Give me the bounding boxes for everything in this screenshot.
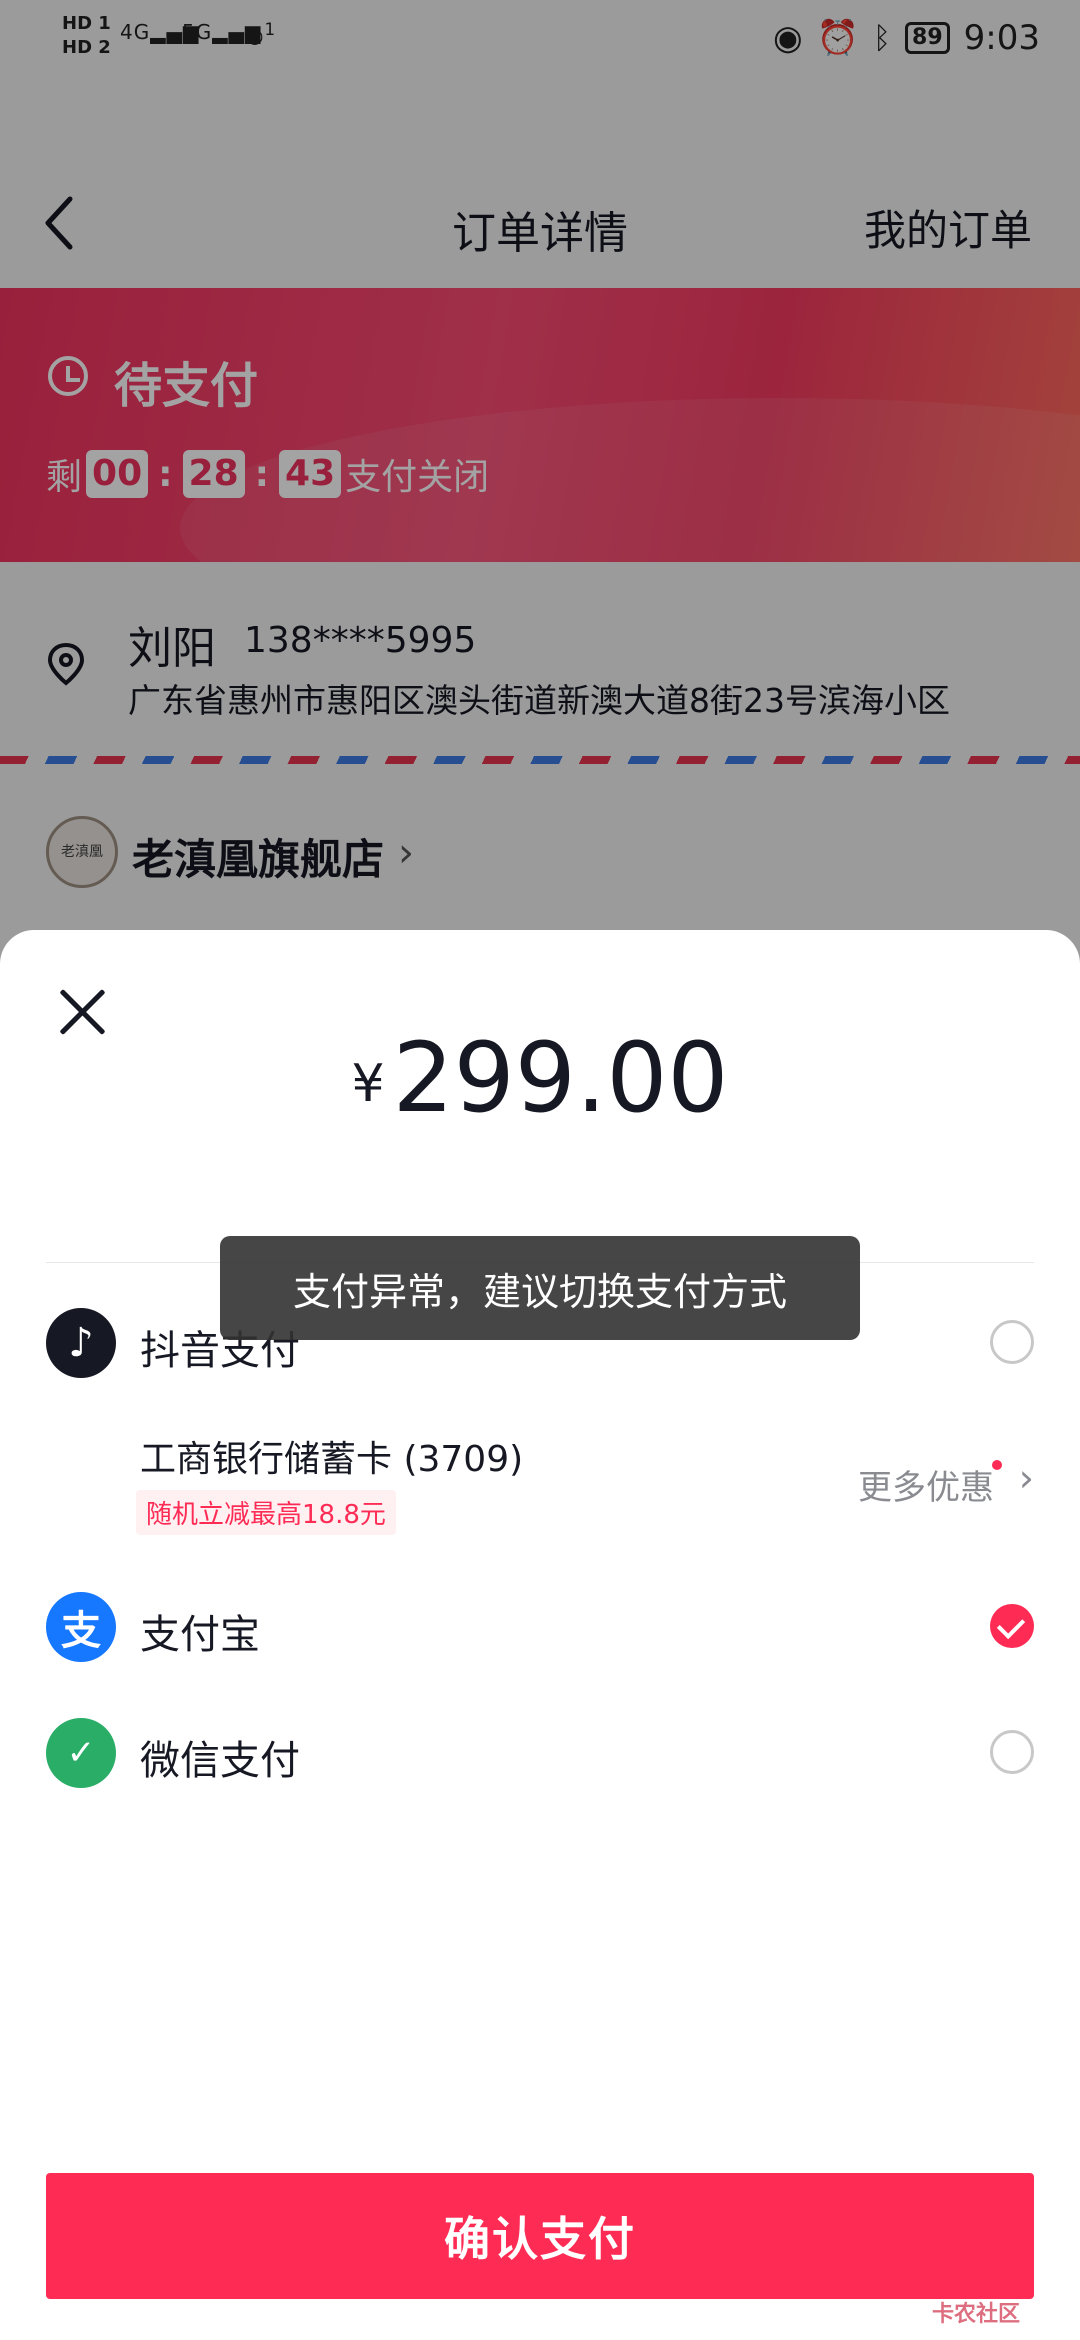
payment-option-label: 支付宝 [140,1612,260,1658]
wechat-pay-icon: ✓ [46,1718,116,1788]
payment-option-label: 微信支付 [140,1738,300,1784]
error-toast: 支付异常，建议切换支付方式 [220,1236,860,1340]
alipay-icon: 支 [46,1592,116,1662]
douyin-icon: ♪ [46,1308,116,1378]
payment-sheet: ¥299.00 ♪ 抖音支付 工商银行储蓄卡 (3709) 随机立减最高18.8… [0,930,1080,2340]
notification-dot [992,1460,1002,1470]
payment-option-wechat[interactable]: ✓ 微信支付 [0,1718,1080,1818]
more-offers-link[interactable]: 更多优惠 [858,1460,994,1509]
payment-option-alipay[interactable]: 支 支付宝 [0,1592,1080,1692]
amount-value: 299.00 [392,1022,729,1134]
currency-symbol: ¥ [351,1054,385,1114]
bank-card-label[interactable]: 工商银行储蓄卡 (3709) [140,1430,523,1482]
radio-alipay-checked[interactable] [990,1604,1034,1648]
radio-wechat[interactable] [990,1730,1034,1774]
radio-douyin[interactable] [990,1320,1034,1364]
watermark: 卡农社区 [931,2302,1020,2327]
chevron-right-icon: › [1018,1456,1034,1500]
payment-amount: ¥299.00 [0,1022,1080,1134]
confirm-payment-button[interactable]: 确认支付 [46,2173,1034,2299]
promo-badge: 随机立减最高18.8元 [136,1490,396,1535]
